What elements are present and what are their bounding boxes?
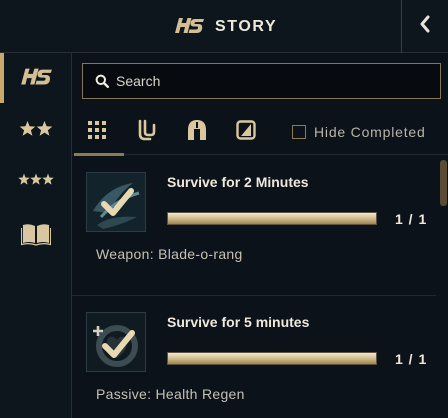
sidebar-item-story[interactable] [0, 53, 72, 103]
sidebar [0, 53, 72, 418]
grid-icon [87, 120, 107, 145]
boomerang-check-icon [87, 173, 145, 231]
quest-progress-bar [167, 352, 377, 365]
search-box[interactable] [82, 63, 441, 99]
hide-completed-checkbox[interactable] [292, 125, 306, 139]
heart-check-icon [87, 313, 145, 371]
header-title: STORY [172, 14, 277, 40]
search-icon [88, 74, 116, 88]
quest-progress-bar [167, 212, 377, 225]
three-stars-icon [18, 173, 54, 192]
filter-bar: Hide Completed [72, 109, 448, 156]
quest-title: Survive for 5 minutes [167, 314, 310, 330]
sidebar-item-lore[interactable] [0, 211, 72, 261]
quest-progress-fill [168, 213, 376, 224]
slash-box-icon [236, 119, 256, 145]
quest-icon-box [86, 172, 146, 232]
quest-title: Survive for 2 Minutes [167, 174, 309, 190]
hide-completed-label: Hide Completed [314, 124, 426, 140]
two-stars-icon [19, 120, 53, 143]
filter-tab-armor[interactable] [174, 109, 220, 155]
quest-reward: Weapon: Blade-o-rang [96, 246, 243, 262]
book-icon [20, 222, 52, 251]
main-panel: Hide Completed Survive for 2 Minutes [72, 53, 448, 418]
chevron-left-icon [418, 15, 432, 38]
quest-progress-text: 1 / 1 [395, 351, 428, 367]
sidebar-item-three-stars[interactable] [0, 157, 72, 207]
quest-list: Survive for 2 Minutes 1 / 1 Weapon: Blad… [72, 156, 448, 418]
hide-completed-toggle[interactable]: Hide Completed [292, 109, 426, 155]
hs-logo-icon [172, 14, 206, 41]
filter-tab-passives[interactable] [223, 109, 269, 155]
quest-list-scrollbar[interactable] [440, 156, 448, 418]
quest-progress-fill [168, 353, 376, 364]
quest-reward: Passive: Health Regen [96, 386, 245, 402]
filter-tab-all[interactable] [74, 109, 124, 156]
quest-icon-box [86, 312, 146, 372]
collapse-button[interactable] [401, 0, 448, 53]
quest-progress-text: 1 / 1 [395, 211, 428, 227]
header: STORY [0, 0, 448, 53]
helmet-icon [186, 119, 208, 146]
quest-card[interactable]: Survive for 5 minutes 1 / 1 Passive: Hea… [72, 296, 436, 418]
quest-card[interactable]: Survive for 2 Minutes 1 / 1 Weapon: Blad… [72, 156, 436, 296]
hs-logo-icon [18, 64, 54, 93]
search-input[interactable] [116, 66, 440, 96]
page-title: STORY [215, 18, 278, 35]
clip-icon [136, 118, 158, 147]
filter-tab-weapons[interactable] [124, 109, 170, 155]
sidebar-item-two-stars[interactable] [0, 106, 72, 156]
scrollbar-thumb[interactable] [440, 160, 447, 206]
